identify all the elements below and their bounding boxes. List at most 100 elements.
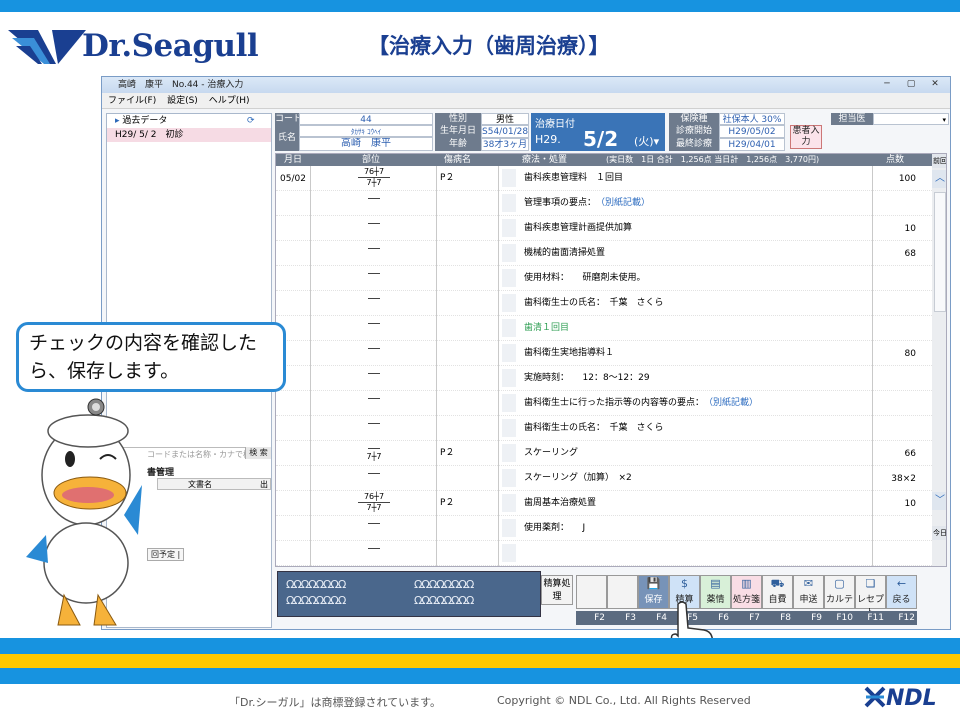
row-position[interactable] [314,267,434,277]
table-row[interactable]: 歯科疾患管理計画提供加算 10 [276,216,932,241]
row-checkbox[interactable] [502,394,516,412]
table-row[interactable]: 実施時刻： 12：8〜12：29 [276,366,932,391]
row-disease[interactable]: P２ [440,445,454,458]
row-treatment[interactable]: スケーリング [524,445,578,458]
row-treatment[interactable]: 歯科疾患管理料 １回目 [524,170,623,183]
table-row[interactable]: 使用材料： 研磨剤未使用。 [276,266,932,291]
row-checkbox[interactable] [502,319,516,337]
fkey-button-f2[interactable] [576,575,607,609]
row-treatment[interactable]: 歯科衛生士の氏名： 千葉 さくら [524,295,664,308]
attachment-link[interactable]: （別紙記載） [709,398,759,408]
treatment-date-panel[interactable]: 治療日付 H29. 5/2 (火)▾ [531,113,665,151]
row-position[interactable]: 76┼7 7┼7 [314,492,434,513]
row-treatment[interactable]: 歯科衛生士に行った指示等の内容等の要点： （別紙記載） [524,395,758,408]
dental-chart-bar[interactable]: ΩΩΩΩΩΩΩΩ ΩΩΩΩΩΩΩΩ ΩΩΩΩΩΩΩΩ ΩΩΩΩΩΩΩΩ [277,571,541,617]
today-button[interactable]: 今日 [932,526,946,540]
tree-root[interactable]: ▸ 過去データ ⟳ [107,114,271,128]
doctor-select[interactable]: ▾ [873,113,949,125]
menu-settings[interactable]: 設定(S) [167,96,198,106]
row-position[interactable]: 7┼7 [314,442,434,462]
fkey-button-f9[interactable]: ✉ 申送 [793,575,824,609]
row-checkbox[interactable] [502,344,516,362]
tab-next-plan[interactable]: 回予定 | [147,548,185,561]
row-checkbox[interactable] [502,269,516,287]
teeth-lower-left[interactable]: ΩΩΩΩΩΩΩΩ [414,594,474,607]
row-treatment[interactable]: 使用薬剤： J [524,520,585,533]
row-treatment[interactable]: 歯科疾患管理計画提供加算 [524,220,632,233]
table-row[interactable]: 歯科衛生士に行った指示等の内容等の要点： （別紙記載） [276,391,932,416]
row-checkbox[interactable] [502,369,516,387]
attachment-link[interactable]: （別紙記載） [601,198,651,208]
maximize-button[interactable]: ▢ [900,78,922,91]
table-row[interactable]: 管理事項の要点： （別紙記載） [276,191,932,216]
row-position[interactable] [314,392,434,402]
fkey-button-f8[interactable]: ⛟ 自費 [762,575,793,609]
row-checkbox[interactable] [502,519,516,537]
fkey-button-f7[interactable]: ▥ 処方箋 [731,575,762,609]
row-position[interactable] [314,292,434,302]
menu-help[interactable]: ヘルプ(H) [209,96,250,106]
fkey-button-f12[interactable]: ← 戻る [886,575,917,609]
fkey-button-f3[interactable] [607,575,638,609]
row-treatment[interactable]: 歯清１回目 [524,320,569,333]
row-checkbox[interactable] [502,469,516,487]
refresh-icon[interactable]: ⟳ [247,114,255,128]
row-disease[interactable]: P２ [440,495,454,508]
row-checkbox[interactable] [502,494,516,512]
row-treatment[interactable]: スケーリング（加算） ×2 [524,470,632,483]
row-checkbox[interactable] [502,444,516,462]
fkey-button-f10[interactable]: ▢ カルテ [824,575,855,609]
scroll-thumb[interactable] [934,192,946,312]
seisan-process-button[interactable]: 精算処理 [541,575,573,605]
table-row[interactable]: 05/02 76┼7 7┼7 P２ 歯科疾患管理料 １回目 100 [276,166,932,191]
row-position[interactable]: 76┼7 7┼7 [314,167,434,188]
row-position[interactable] [314,467,434,477]
menu-file[interactable]: ファイル(F) [108,96,156,106]
row-checkbox[interactable] [502,219,516,237]
row-treatment[interactable]: 使用材料： 研磨剤未使用。 [524,270,646,283]
table-row[interactable] [276,541,932,566]
row-treatment[interactable]: 管理事項の要点： （別紙記載） [524,195,650,208]
table-row[interactable]: 76┼7 7┼7 P２ 歯周基本治療処置 10 [276,491,932,516]
row-checkbox[interactable] [502,294,516,312]
visit-entry[interactable]: H29/ 5/ 2 初診 [107,128,271,142]
row-checkbox[interactable] [502,169,516,187]
date-dow-dropdown[interactable]: (火)▾ [634,133,659,149]
search-button[interactable]: 検 索 [245,447,271,459]
row-position[interactable] [314,192,434,202]
row-position[interactable] [314,217,434,227]
row-position[interactable] [314,367,434,377]
table-row[interactable]: 機械的歯面清掃処置 68 [276,241,932,266]
close-button[interactable]: ✕ [924,78,946,91]
row-treatment[interactable]: 実施時刻： 12：8〜12：29 [524,370,650,383]
row-checkbox[interactable] [502,244,516,262]
minimize-button[interactable]: ─ [876,78,898,91]
table-row[interactable]: 歯清１回目 [276,316,932,341]
table-row[interactable]: スケーリング（加算） ×2 38×2 [276,466,932,491]
patient-input-button[interactable]: 患者入力 [790,125,822,149]
row-checkbox[interactable] [502,419,516,437]
row-treatment[interactable]: 歯科衛生実地指導料１ [524,345,614,358]
table-row[interactable]: 使用薬剤： J [276,516,932,541]
row-position[interactable] [314,342,434,352]
row-treatment[interactable]: 機械的歯面清掃処置 [524,245,605,258]
table-row[interactable]: 7┼7 P２ スケーリング 66 [276,441,932,466]
scroll-up-chevron-icon[interactable]: ︿ [932,170,946,188]
row-treatment[interactable]: 歯周基本治療処置 [524,495,596,508]
scroll-down-chevron-icon[interactable]: ﹀ [932,492,946,510]
teeth-left[interactable]: ΩΩΩΩΩΩΩΩ [414,578,474,591]
fkey-button-f11[interactable]: ❏レセプト [855,575,886,618]
row-checkbox[interactable] [502,544,516,562]
row-position[interactable] [314,242,434,252]
teeth-lower-right[interactable]: ΩΩΩΩΩΩΩΩ [286,594,346,607]
prev-visit-button[interactable]: 前回 [932,154,946,168]
teeth-right[interactable]: ΩΩΩΩΩΩΩΩ [286,578,346,591]
table-row[interactable]: 歯科衛生実地指導料１ 80 [276,341,932,366]
table-row[interactable]: 歯科衛生士の氏名： 千葉 さくら [276,291,932,316]
row-position[interactable] [314,542,434,552]
row-position[interactable] [314,517,434,527]
row-disease[interactable]: P２ [440,170,454,183]
table-row[interactable]: 歯科衛生士の氏名： 千葉 さくら [276,416,932,441]
row-position[interactable] [314,317,434,327]
row-treatment[interactable]: 歯科衛生士の氏名： 千葉 さくら [524,420,664,433]
